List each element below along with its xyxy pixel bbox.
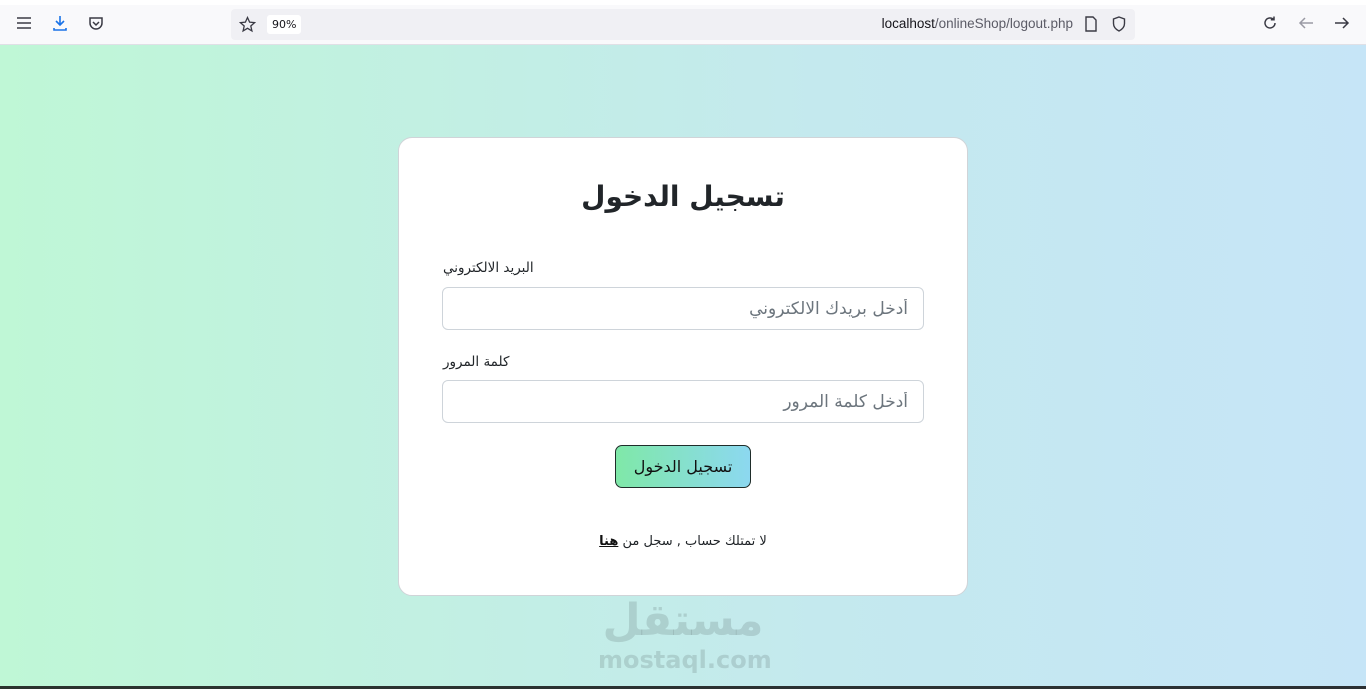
watermark-logo: مستقل mostaql.com xyxy=(598,595,772,674)
watermark-arabic: مستقل xyxy=(602,595,764,646)
zoom-level-badge[interactable]: 90% xyxy=(267,15,302,34)
pocket-icon[interactable] xyxy=(84,11,108,35)
login-card: تسجيل الدخول البريد الالكتروني كلمة المر… xyxy=(398,137,968,596)
login-submit-button[interactable]: تسجيل الدخول xyxy=(615,445,751,488)
signup-link[interactable]: هنا xyxy=(599,534,618,549)
url-text[interactable]: localhost/onlineShop/logout.php xyxy=(882,16,1073,31)
reload-icon[interactable] xyxy=(1258,11,1282,35)
email-label: البريد الالكتروني xyxy=(443,260,534,276)
download-icon[interactable] xyxy=(48,11,72,35)
password-label: كلمة المرور xyxy=(443,354,510,370)
url-bar[interactable]: 90% localhost/onlineShop/logout.php xyxy=(231,9,1135,40)
page-icon[interactable] xyxy=(1079,12,1103,36)
watermark-latin: mostaql.com xyxy=(598,646,772,674)
menu-icon[interactable] xyxy=(12,11,36,35)
email-input[interactable] xyxy=(442,287,924,330)
url-host: localhost xyxy=(881,16,935,31)
shield-icon[interactable] xyxy=(1107,12,1131,36)
page-viewport: تسجيل الدخول البريد الالكتروني كلمة المر… xyxy=(0,45,1366,689)
star-icon[interactable] xyxy=(235,12,259,36)
signup-text: لا تمتلك حساب , سجل من xyxy=(618,534,767,549)
browser-toolbar: 90% localhost/onlineShop/logout.php xyxy=(0,0,1366,45)
tab-strip xyxy=(0,0,1366,5)
back-icon[interactable] xyxy=(1294,11,1318,35)
forward-icon[interactable] xyxy=(1330,11,1354,35)
login-title: تسجيل الدخول xyxy=(581,180,785,213)
url-path: /onlineShop/logout.php xyxy=(934,16,1073,31)
signup-prompt: لا تمتلك حساب , سجل من هنا xyxy=(399,534,967,549)
password-input[interactable] xyxy=(442,380,924,423)
